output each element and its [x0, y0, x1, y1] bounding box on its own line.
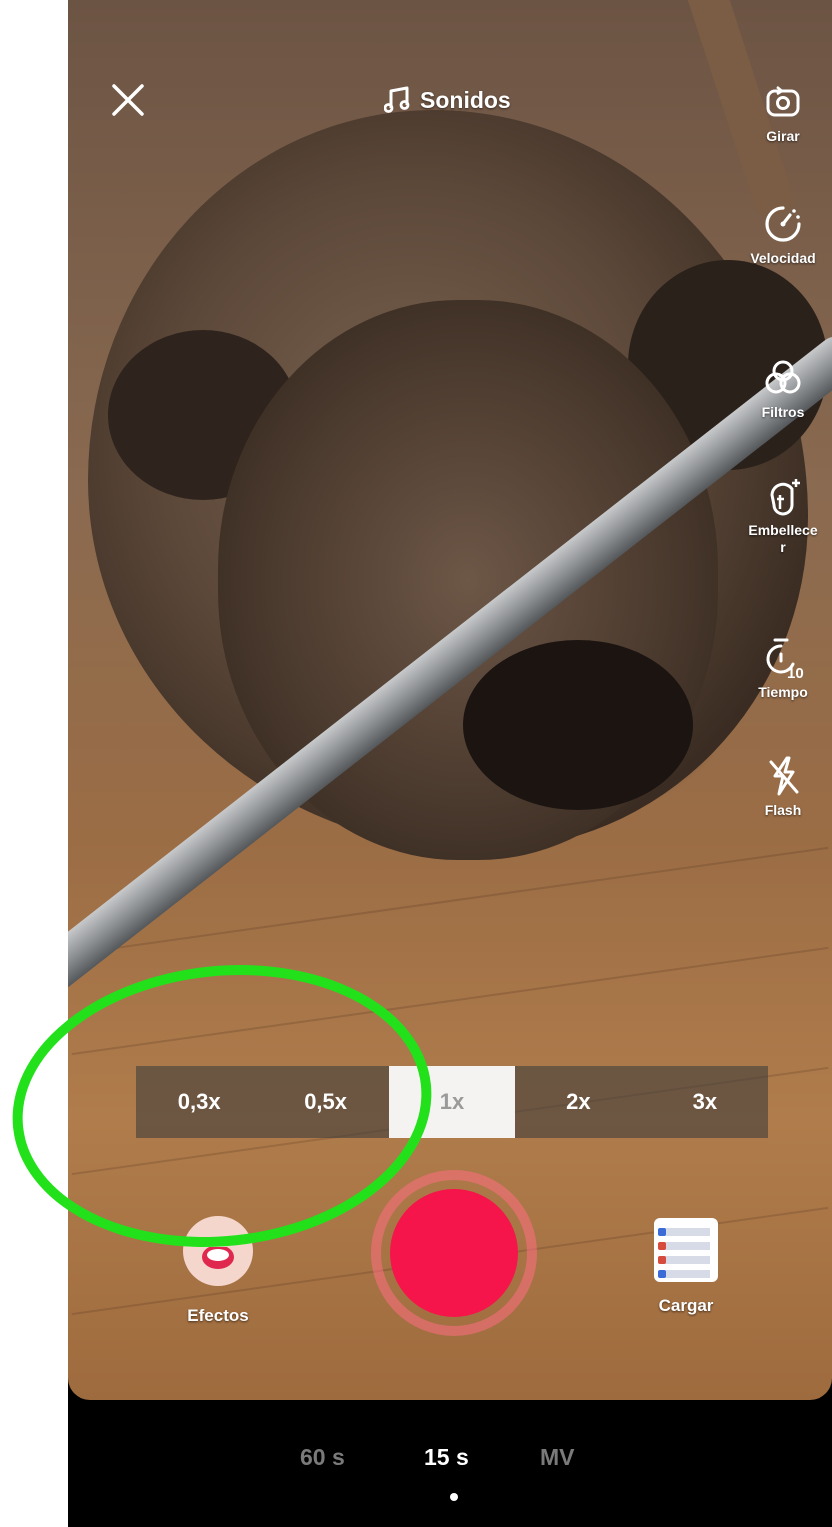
flash-off-icon	[761, 754, 805, 798]
svg-text:10: 10	[787, 665, 804, 680]
effects-button[interactable]: Efectos	[178, 1216, 258, 1326]
effects-icon	[183, 1216, 253, 1286]
zoom-option-3x[interactable]: 3x	[642, 1066, 768, 1138]
flip-camera-label: Girar	[766, 128, 800, 144]
flash-button[interactable]: Flash	[734, 754, 832, 819]
zoom-option-1x[interactable]: 1x	[388, 1066, 516, 1138]
mode-selected-indicator	[450, 1493, 458, 1501]
speed-label: Velocidad	[750, 250, 816, 266]
effects-label: Efectos	[187, 1306, 249, 1325]
zoom-selector: 0,3x 0,5x 1x 2x 3x	[136, 1066, 768, 1138]
capture-mode-bar: 60 s 15 s MV	[68, 1400, 832, 1527]
close-icon	[112, 84, 144, 116]
gallery-thumbnail	[654, 1218, 718, 1282]
zoom-option-0-5x[interactable]: 0,5x	[262, 1066, 388, 1138]
filters-label: Filtros	[761, 404, 805, 420]
beautify-label: Embellecer	[748, 522, 818, 555]
mode-15s[interactable]: 15 s	[424, 1444, 469, 1471]
filters-button[interactable]: Filtros	[734, 356, 832, 421]
filters-icon	[761, 356, 805, 400]
close-button[interactable]	[106, 78, 150, 122]
upload-label: Cargar	[658, 1296, 714, 1315]
flash-label: Flash	[764, 802, 802, 818]
sounds-button[interactable]: Sonidos	[384, 80, 511, 120]
mode-60s[interactable]: 60 s	[300, 1444, 345, 1471]
record-button-inner	[390, 1189, 518, 1317]
camera-preview: Sonidos Girar Velocidad Filtros Embellec…	[68, 0, 832, 1400]
record-button[interactable]	[371, 1170, 537, 1336]
flip-camera-icon	[761, 80, 805, 124]
camera-screen: Sonidos Girar Velocidad Filtros Embellec…	[68, 0, 832, 1527]
mode-mv[interactable]: MV	[540, 1444, 575, 1471]
timer-button[interactable]: 10 Tiempo	[734, 636, 832, 701]
zoom-option-0-3x[interactable]: 0,3x	[136, 1066, 262, 1138]
sounds-label: Sonidos	[420, 86, 511, 113]
upload-button[interactable]: Cargar	[644, 1218, 728, 1316]
zoom-option-2x[interactable]: 2x	[515, 1066, 641, 1138]
speed-gauge-icon	[761, 202, 805, 246]
speed-button[interactable]: Velocidad	[734, 202, 832, 267]
flip-camera-button[interactable]: Girar	[734, 80, 832, 145]
timer-icon: 10	[761, 636, 805, 680]
beautify-button[interactable]: Embellecer	[734, 474, 832, 556]
timer-label: Tiempo	[758, 684, 808, 700]
beautify-icon	[761, 474, 805, 518]
music-note-icon	[384, 86, 410, 113]
